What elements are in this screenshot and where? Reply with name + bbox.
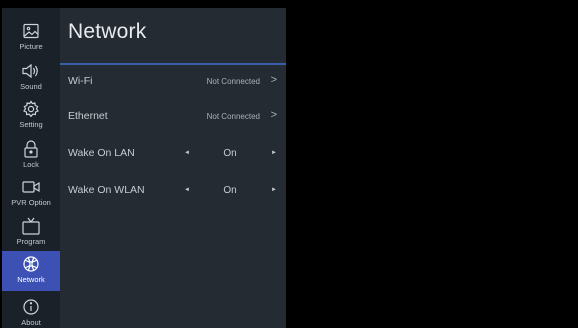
sidebar-item-sound[interactable]: Sound	[2, 58, 60, 95]
sidebar-item-about[interactable]: About	[2, 294, 60, 328]
sidebar-nav: Picture Sound Setting Lock PVR Option Pr…	[2, 8, 60, 328]
row-label: Wake On LAN	[68, 147, 135, 159]
page-title: Network	[68, 20, 147, 43]
gear-icon	[20, 99, 42, 119]
sidebar-item-label: Lock	[23, 160, 39, 169]
chevron-right-icon: >	[270, 109, 277, 121]
row-label: Ethernet	[68, 110, 108, 122]
menu-row-wifi[interactable]: Wi-Fi Not Connected >	[60, 72, 286, 94]
arrow-left-icon[interactable]: ◄	[184, 150, 190, 156]
globe-icon	[20, 254, 42, 274]
sidebar-item-label: Picture	[19, 42, 43, 51]
menu-row-wake-on-wlan[interactable]: Wake On WLAN ◄ On ►	[60, 181, 286, 203]
sidebar-item-label: About	[21, 318, 41, 327]
picture-icon	[20, 21, 42, 41]
sidebar-item-lock[interactable]: Lock	[2, 136, 60, 173]
title-divider	[60, 63, 286, 65]
option-value: On	[223, 148, 237, 159]
sidebar-item-pvr-option[interactable]: PVR Option	[2, 174, 60, 211]
sidebar-item-label: Sound	[20, 82, 42, 91]
sidebar-item-label: Network	[17, 275, 45, 284]
info-icon	[20, 297, 42, 317]
sidebar-item-setting[interactable]: Setting	[2, 96, 60, 133]
menu-row-ethernet[interactable]: Ethernet Not Connected >	[60, 107, 286, 129]
tv-icon	[20, 216, 42, 236]
arrow-left-icon[interactable]: ◄	[184, 187, 190, 193]
sidebar-item-program[interactable]: Program	[2, 213, 60, 250]
row-label: Wake On WLAN	[68, 184, 145, 196]
row-label: Wi-Fi	[68, 75, 93, 87]
status-text: Not Connected	[206, 112, 260, 121]
camera-icon	[20, 177, 42, 197]
network-panel: Network Wi-Fi Not Connected > Ethernet N…	[60, 8, 286, 328]
sidebar-item-picture[interactable]: Picture	[2, 18, 60, 55]
arrow-right-icon[interactable]: ►	[271, 150, 277, 156]
sidebar-item-label: Setting	[19, 120, 43, 129]
menu-row-wake-on-lan[interactable]: Wake On LAN ◄ On ►	[60, 144, 286, 166]
sidebar-item-label: Program	[16, 237, 46, 246]
sidebar-item-network[interactable]: Network	[2, 251, 60, 291]
option-value: On	[223, 185, 237, 196]
arrow-right-icon[interactable]: ►	[271, 187, 277, 193]
tv-screen: Picture Sound Setting Lock PVR Option Pr…	[0, 0, 578, 328]
speaker-icon	[20, 61, 42, 81]
sidebar-item-label: PVR Option	[11, 198, 51, 207]
chevron-right-icon: >	[270, 74, 277, 86]
lock-icon	[20, 139, 42, 159]
status-text: Not Connected	[206, 77, 260, 86]
